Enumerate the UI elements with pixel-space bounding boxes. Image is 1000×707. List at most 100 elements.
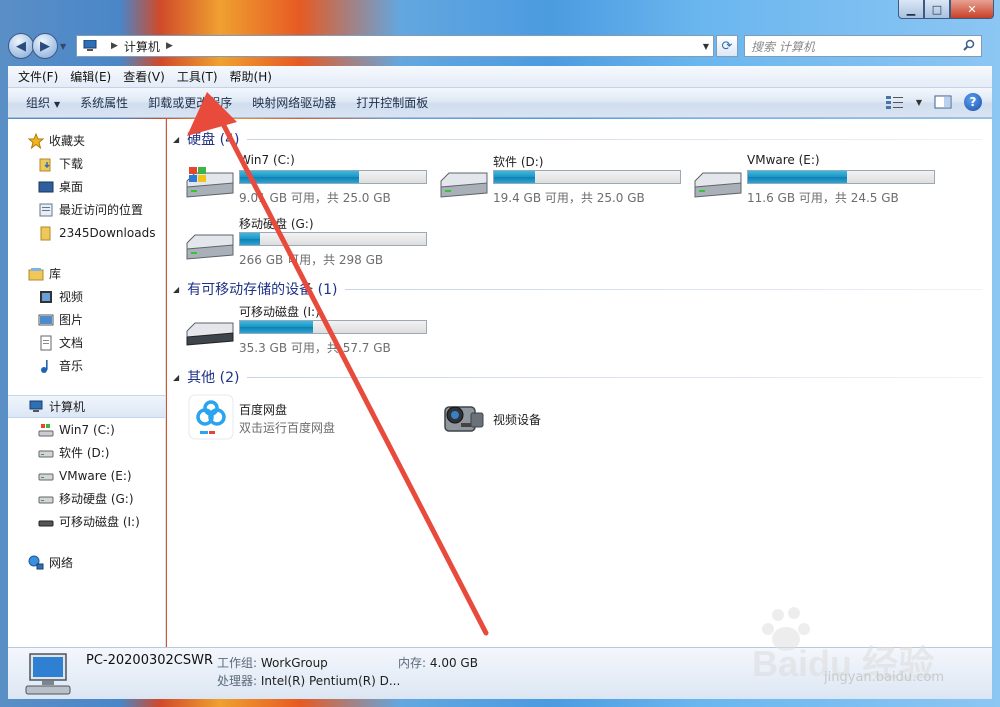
- forward-arrow-icon: ▶: [40, 38, 50, 54]
- menu-file[interactable]: 文件(F): [12, 68, 64, 85]
- breadcrumb-computer[interactable]: 计算机: [124, 38, 160, 55]
- breadcrumb-arrow-icon[interactable]: ▶: [111, 41, 118, 51]
- nav-label: 最近访问的位置: [59, 203, 144, 217]
- item-name: 视频设备: [493, 413, 542, 427]
- memory-value: 4.00 GB: [429, 656, 478, 670]
- libraries-group: 库 视频 图片 文档 音乐: [8, 262, 165, 377]
- nav-label: 文档: [59, 336, 84, 350]
- video-device-item[interactable]: 视频设备: [437, 393, 691, 447]
- uninstall-program-button[interactable]: 卸载或更改程序: [138, 94, 242, 111]
- window-controls: ▁ □ ✕: [898, 0, 994, 20]
- nav-label: 收藏夹: [49, 134, 86, 148]
- menu-tools[interactable]: 工具(T): [171, 68, 224, 85]
- chevron-down-icon: ▼: [54, 100, 61, 109]
- nav-item-videos[interactable]: 视频: [8, 285, 165, 308]
- drive-name: VMware (E:): [747, 153, 820, 167]
- collapse-triangle-icon[interactable]: ◢: [173, 285, 179, 294]
- computer-group: 计算机 Win7 (C:) 软件 (D:) VMware (E:) 移动硬盘 (…: [8, 395, 165, 533]
- collapse-triangle-icon[interactable]: ◢: [173, 373, 179, 382]
- nav-item-drive-i[interactable]: 可移动磁盘 (I:): [8, 510, 165, 533]
- breadcrumb-arrow-icon[interactable]: ▶: [166, 41, 173, 51]
- removable-grid: 可移动磁盘 (I:) 35.3 GB 可用，共 57.7 GB: [167, 301, 992, 363]
- back-arrow-icon: ◀: [16, 38, 26, 54]
- preview-pane-icon[interactable]: [934, 95, 952, 109]
- menu-view[interactable]: 查看(V): [117, 68, 171, 85]
- section-title: 有可移动存储的设备 (1): [187, 282, 338, 298]
- view-dropdown-icon[interactable]: ▼: [916, 98, 922, 107]
- nav-item-downloads[interactable]: 下载: [8, 152, 165, 175]
- drive-item[interactable]: 软件 (D:) 19.4 GB 可用，共 25.0 GB: [437, 151, 691, 213]
- drive-name: 移动硬盘 (G:): [239, 217, 314, 231]
- item-description: 双击运行百度网盘: [239, 421, 336, 435]
- drive-item[interactable]: Win7 (C:) 9.01 GB 可用，共 25.0 GB: [183, 151, 437, 213]
- nav-label: 2345Downloads: [59, 225, 156, 240]
- star-icon: [28, 132, 44, 149]
- maximize-button[interactable]: □: [924, 0, 950, 19]
- change-view-icon[interactable]: [885, 95, 904, 109]
- collapse-triangle-icon[interactable]: ◢: [173, 135, 179, 144]
- nav-label: 可移动磁盘 (I:): [59, 515, 140, 529]
- forward-button[interactable]: ▶: [32, 33, 58, 59]
- map-network-drive-button[interactable]: 映射网络驱动器: [242, 94, 346, 111]
- drive-name: 软件 (D:): [493, 155, 544, 169]
- organize-button[interactable]: 组织 ▼: [16, 94, 70, 111]
- nav-item-music[interactable]: 音乐: [8, 354, 165, 377]
- system-properties-button[interactable]: 系统属性: [70, 94, 138, 111]
- help-icon[interactable]: ?: [964, 93, 982, 111]
- drive-item[interactable]: VMware (E:) 11.6 GB 可用，共 24.5 GB: [691, 151, 945, 213]
- close-button[interactable]: ✕: [950, 0, 994, 19]
- back-button[interactable]: ◀: [8, 33, 34, 59]
- workgroup-label: 工作组:: [217, 656, 258, 670]
- section-hard-disks[interactable]: ◢ 硬盘 (4): [167, 127, 992, 151]
- nav-libraries[interactable]: 库: [8, 262, 165, 285]
- nav-item-2345downloads[interactable]: 2345Downloads: [8, 221, 165, 244]
- drive-item[interactable]: 移动硬盘 (G:) 266 GB 可用，共 298 GB: [183, 213, 437, 275]
- recent-pages-dropdown[interactable]: ▼: [60, 42, 70, 51]
- watermark-url: jingyan.baidu.com: [824, 670, 944, 685]
- nav-label: 库: [49, 267, 62, 281]
- baidu-netdisk-item[interactable]: 百度网盘 双击运行百度网盘: [183, 393, 437, 447]
- removable-drive-icon: [186, 322, 234, 346]
- nav-item-drive-d[interactable]: 软件 (D:): [8, 441, 165, 464]
- address-dropdown-icon[interactable]: ▼: [703, 42, 709, 51]
- drive-usage-fill: [240, 171, 360, 183]
- search-icon[interactable]: [963, 39, 975, 51]
- search-input[interactable]: 搜索 计算机: [744, 35, 982, 57]
- nav-item-desktop[interactable]: 桌面: [8, 175, 165, 198]
- drive-space-info: 11.6 GB 可用，共 24.5 GB: [747, 191, 899, 205]
- document-icon: [40, 335, 52, 350]
- workgroup-row: 工作组: WorkGroup: [217, 654, 328, 671]
- nav-item-documents[interactable]: 文档: [8, 331, 165, 354]
- other-grid: 百度网盘 双击运行百度网盘 视频设备: [167, 389, 992, 447]
- menu-help[interactable]: 帮助(H): [224, 68, 278, 85]
- address-bar[interactable]: ▶ 计算机 ▶ ▼: [76, 35, 714, 57]
- nav-item-drive-g[interactable]: 移动硬盘 (G:): [8, 487, 165, 510]
- library-icon: [28, 267, 44, 280]
- nav-network[interactable]: 网络: [8, 551, 165, 574]
- hard-drive-icon: [38, 450, 54, 457]
- drive-space-info: 35.3 GB 可用，共 57.7 GB: [239, 341, 391, 355]
- section-other[interactable]: ◢ 其他 (2): [167, 365, 992, 389]
- open-control-panel-button[interactable]: 打开控制面板: [346, 94, 438, 111]
- nav-favorites[interactable]: 收藏夹: [8, 129, 165, 152]
- nav-item-pictures[interactable]: 图片: [8, 308, 165, 331]
- cpu-value: Intel(R) Pentium(R) D...: [260, 674, 401, 688]
- nav-computer[interactable]: 计算机: [8, 395, 165, 418]
- drive-usage-bar: [239, 232, 427, 246]
- memory-label: 内存:: [398, 656, 427, 670]
- computer-icon: [29, 400, 43, 412]
- menu-edit[interactable]: 编辑(E): [64, 68, 117, 85]
- nav-item-drive-c[interactable]: Win7 (C:): [8, 418, 165, 441]
- section-removable[interactable]: ◢ 有可移动存储的设备 (1): [167, 277, 992, 301]
- drive-item[interactable]: 可移动磁盘 (I:) 35.3 GB 可用，共 57.7 GB: [183, 301, 437, 363]
- nav-label: 音乐: [59, 359, 84, 373]
- nav-label: 移动硬盘 (G:): [59, 492, 134, 506]
- nav-label: 下载: [59, 157, 84, 171]
- music-icon: [41, 359, 48, 373]
- minimize-button[interactable]: ▁: [898, 0, 924, 19]
- nav-item-recent[interactable]: 最近访问的位置: [8, 198, 165, 221]
- navigation-pane: 收藏夹 下载 桌面 最近访问的位置 2345Downloads 库 视频 图片 …: [8, 119, 166, 647]
- refresh-icon: ⟳: [721, 38, 733, 54]
- nav-item-drive-e[interactable]: VMware (E:): [8, 464, 165, 487]
- refresh-button[interactable]: ⟳: [716, 35, 738, 57]
